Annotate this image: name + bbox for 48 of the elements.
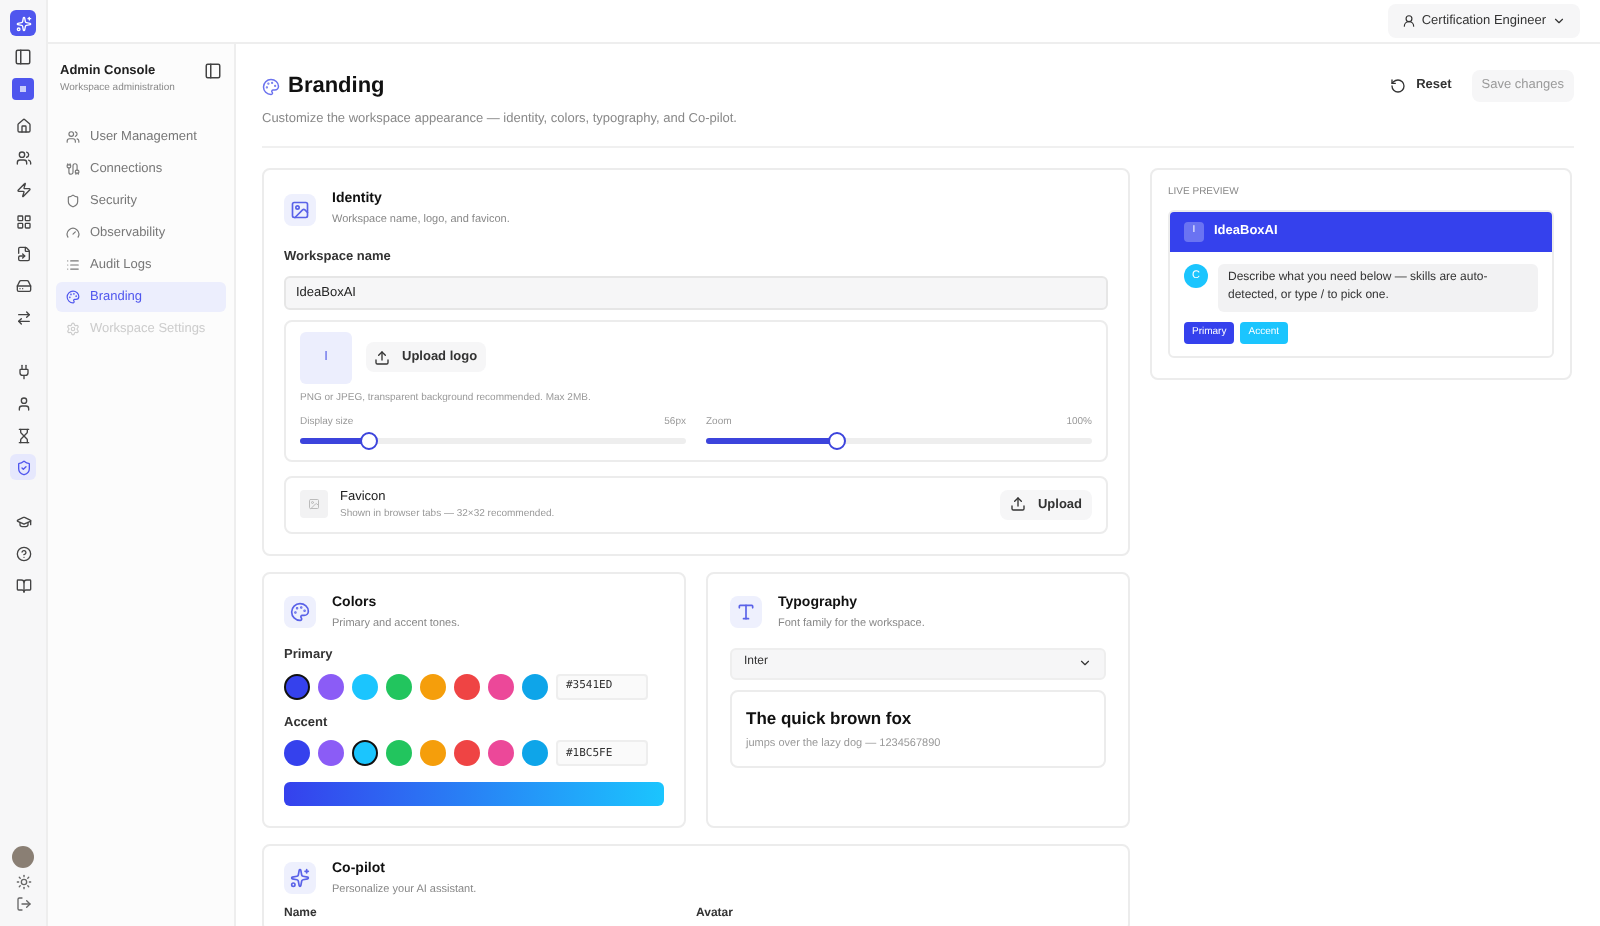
panel-toggle-icon[interactable] <box>14 48 32 66</box>
collapse-panel-icon[interactable] <box>204 62 222 80</box>
chevron-down-icon <box>1552 14 1566 28</box>
color-swatch[interactable] <box>420 673 446 699</box>
color-swatch[interactable] <box>454 673 480 699</box>
sample-title: The quick brown fox <box>746 705 914 731</box>
gear-icon <box>66 322 80 337</box>
color-swatch[interactable] <box>488 673 514 699</box>
theme-sun-icon[interactable] <box>15 874 31 890</box>
plug-icon <box>66 162 80 177</box>
color-swatch[interactable] <box>352 673 378 699</box>
color-swatch[interactable] <box>284 740 310 767</box>
color-swatch[interactable] <box>488 740 514 767</box>
chevron-down-icon <box>1078 656 1092 671</box>
shield-check-icon[interactable] <box>10 454 36 480</box>
logout-icon[interactable] <box>15 896 31 912</box>
color-swatch[interactable] <box>420 740 446 767</box>
upload-icon <box>1009 496 1026 513</box>
palette-icon <box>66 290 80 305</box>
color-swatch[interactable] <box>386 673 412 699</box>
reset-icon <box>1390 78 1407 94</box>
palette-icon <box>262 77 280 96</box>
user-icon <box>1401 14 1416 28</box>
avatar-photo-placeholder[interactable] <box>12 846 34 868</box>
sparkles-icon <box>284 862 316 895</box>
app-logo-icon[interactable] <box>10 10 36 36</box>
page-title: Branding <box>288 72 385 102</box>
color-swatch[interactable] <box>522 740 548 767</box>
users-icon <box>66 130 80 145</box>
upload-icon <box>374 349 390 366</box>
slider-thumb[interactable] <box>360 431 379 450</box>
palette-icon <box>284 596 316 629</box>
color-swatch[interactable] <box>522 673 548 699</box>
color-swatch[interactable] <box>454 740 480 767</box>
color-swatch[interactable] <box>318 673 344 699</box>
favicon-icon <box>300 490 328 519</box>
gauge-icon <box>66 226 80 241</box>
slider-track[interactable] <box>706 437 1092 444</box>
color-swatch[interactable] <box>284 673 310 699</box>
color-swatch[interactable] <box>386 740 412 767</box>
workspace-badge-icon[interactable] <box>12 78 34 100</box>
color-swatch[interactable] <box>318 740 344 767</box>
color-swatch[interactable] <box>352 740 378 767</box>
slider-thumb[interactable] <box>828 431 847 450</box>
type-icon <box>730 596 762 629</box>
list-icon <box>66 258 80 273</box>
shield-icon <box>66 194 80 209</box>
image-icon <box>284 193 316 226</box>
